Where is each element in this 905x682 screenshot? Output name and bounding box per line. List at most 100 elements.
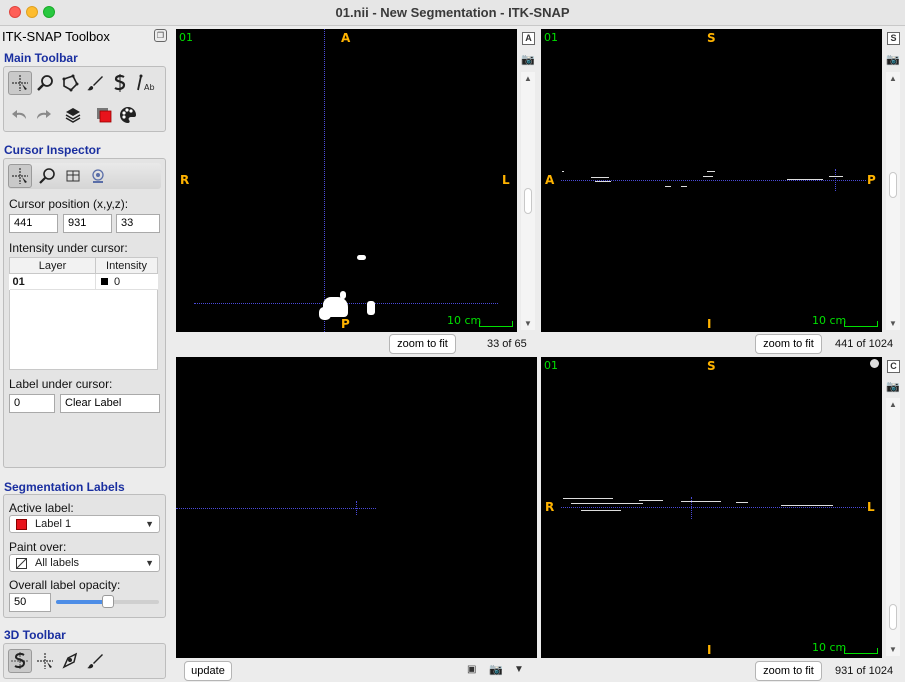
crosshair-tool-icon[interactable] bbox=[8, 71, 32, 95]
cursor-tab-icon[interactable] bbox=[8, 164, 32, 188]
chevron-down-icon: ▼ bbox=[145, 558, 154, 568]
cursor-x-field[interactable]: 441 bbox=[9, 214, 58, 233]
intensity-label: Intensity under cursor: bbox=[9, 241, 128, 255]
segmentation-fragment bbox=[707, 171, 715, 172]
opacity-slider-track[interactable] bbox=[56, 595, 159, 608]
update-3d-button[interactable]: update bbox=[184, 661, 232, 681]
paint-over-dropdown[interactable]: All labels ▼ bbox=[9, 554, 160, 572]
scroll-up-icon[interactable]: ▲ bbox=[889, 74, 897, 83]
layer-number: 01 bbox=[179, 31, 193, 44]
cursor-inspector-heading: Cursor Inspector bbox=[4, 143, 101, 157]
camera-icon[interactable]: 📷 bbox=[521, 53, 535, 66]
scroll-down-icon[interactable]: ▼ bbox=[889, 645, 897, 654]
cursor-y-field[interactable]: 931 bbox=[63, 214, 112, 233]
segmentation-fragment bbox=[367, 301, 375, 315]
slice-indicator: 33 of 65 bbox=[487, 338, 527, 350]
crosshair-horizontal bbox=[561, 507, 866, 508]
scroll-down-icon[interactable]: ▼ bbox=[524, 319, 532, 328]
label-editor-icon[interactable] bbox=[92, 103, 116, 127]
scroll-up-icon[interactable]: ▲ bbox=[524, 74, 532, 83]
3d-render-view[interactable] bbox=[176, 357, 537, 658]
zoom-inspector-tab-icon[interactable] bbox=[35, 164, 59, 188]
expand-view-icon[interactable]: ▣ bbox=[467, 664, 476, 675]
zoom-to-fit-button[interactable]: zoom to fit bbox=[755, 334, 822, 354]
orientation-left: R bbox=[180, 173, 190, 187]
segmentation-fragment bbox=[562, 171, 564, 172]
segmentation-fragment bbox=[781, 505, 833, 506]
redo-icon[interactable] bbox=[31, 103, 55, 127]
opacity-slider-handle[interactable] bbox=[102, 595, 114, 608]
paint-over-caption: Paint over: bbox=[9, 540, 67, 554]
coronal-view-toggle-button[interactable]: C bbox=[887, 360, 900, 373]
intensity-column-header[interactable]: Intensity bbox=[95, 257, 158, 274]
scale-bar-label: 10 cm bbox=[812, 641, 847, 654]
segmentation-fragment bbox=[736, 502, 748, 503]
crosshair-horizontal bbox=[176, 508, 376, 509]
toolbar-3d-group bbox=[3, 643, 166, 679]
slice-indicator: 441 of 1024 bbox=[835, 338, 894, 350]
polygon-tool-icon[interactable] bbox=[58, 71, 82, 95]
active-label-swatch bbox=[16, 519, 27, 530]
scroll-thumb[interactable] bbox=[889, 604, 897, 630]
orientation-top: S bbox=[707, 31, 716, 45]
layers-icon[interactable] bbox=[61, 103, 85, 127]
cursor-z-field[interactable]: 33 bbox=[116, 214, 160, 233]
view-options-icon[interactable] bbox=[870, 359, 879, 368]
crosshair-3d-icon[interactable] bbox=[33, 649, 57, 673]
axial-slice-view[interactable]: 01 A R L P 10 cm bbox=[176, 29, 517, 332]
orientation-bottom: I bbox=[707, 643, 712, 657]
sync-tab-icon[interactable] bbox=[86, 164, 110, 188]
scalpel-3d-icon[interactable] bbox=[58, 649, 82, 673]
sagittal-slice-scrollbar[interactable]: ▲ ▼ bbox=[886, 72, 900, 330]
label-name-field[interactable]: Clear Label bbox=[60, 394, 160, 413]
chevron-down-icon[interactable]: ▼ bbox=[514, 664, 524, 675]
active-label-value: Label 1 bbox=[35, 518, 72, 530]
layer-column-header[interactable]: Layer bbox=[9, 257, 96, 274]
zoom-tool-icon[interactable] bbox=[33, 71, 57, 95]
spray-paint-3d-icon[interactable] bbox=[83, 649, 107, 673]
trackball-3d-icon[interactable] bbox=[8, 649, 32, 673]
snake-tool-icon[interactable] bbox=[108, 71, 132, 95]
scale-bar-label: 10 cm bbox=[812, 314, 847, 327]
paint-over-value: All labels bbox=[35, 557, 80, 569]
layout-tab-icon[interactable] bbox=[61, 164, 85, 188]
opacity-field[interactable]: 50 bbox=[9, 593, 51, 612]
label-id-field[interactable]: 0 bbox=[9, 394, 55, 413]
camera-icon[interactable]: 📷 bbox=[886, 380, 900, 393]
intensity-swatch bbox=[101, 277, 108, 285]
all-labels-icon bbox=[16, 558, 27, 569]
undo-icon[interactable] bbox=[8, 103, 32, 127]
annotation-tool-icon[interactable]: Ab bbox=[133, 71, 157, 95]
segmentation-fragment bbox=[665, 186, 671, 187]
scroll-down-icon[interactable]: ▼ bbox=[889, 319, 897, 328]
axial-slice-scrollbar[interactable]: ▲ ▼ bbox=[521, 72, 535, 330]
table-row[interactable]: 01 0 bbox=[9, 273, 158, 290]
undock-toolbox-icon[interactable]: ❐ bbox=[154, 29, 167, 42]
axial-view-toggle-button[interactable]: A bbox=[522, 32, 535, 45]
segmentation-fragment bbox=[787, 179, 823, 180]
coronal-slice-scrollbar[interactable]: ▲ ▼ bbox=[886, 398, 900, 656]
segmentation-fragment bbox=[340, 291, 346, 299]
segmentation-fragment bbox=[357, 255, 366, 260]
sagittal-slice-view[interactable]: 01 S A P I 10 cm bbox=[541, 29, 882, 332]
zoom-to-fit-button[interactable]: zoom to fit bbox=[755, 661, 822, 681]
color-palette-icon[interactable] bbox=[116, 103, 140, 127]
segmentation-fragment bbox=[571, 503, 643, 504]
zoom-to-fit-button[interactable]: zoom to fit bbox=[389, 334, 456, 354]
main-toolbar-group: Ab bbox=[3, 66, 166, 132]
segmentation-labels-heading: Segmentation Labels bbox=[4, 480, 125, 494]
camera-icon[interactable]: 📷 bbox=[886, 53, 900, 66]
intensity-table-grid: Layer Intensity 01 0 bbox=[9, 257, 158, 290]
coronal-slice-view[interactable]: 01 S R L I 10 cm bbox=[541, 357, 882, 658]
segmentation-fragment bbox=[681, 186, 687, 187]
scroll-thumb[interactable] bbox=[524, 188, 532, 214]
paintbrush-tool-icon[interactable] bbox=[83, 71, 107, 95]
sagittal-view-toggle-button[interactable]: S bbox=[887, 32, 900, 45]
scroll-thumb[interactable] bbox=[889, 172, 897, 198]
segmentation-fragment bbox=[829, 176, 843, 177]
camera-icon[interactable]: 📷 bbox=[489, 663, 503, 676]
scroll-up-icon[interactable]: ▲ bbox=[889, 400, 897, 409]
active-label-dropdown[interactable]: Label 1 ▼ bbox=[9, 515, 160, 533]
window-title: 01.nii - New Segmentation - ITK-SNAP bbox=[335, 5, 570, 20]
orientation-left: R bbox=[545, 500, 555, 514]
